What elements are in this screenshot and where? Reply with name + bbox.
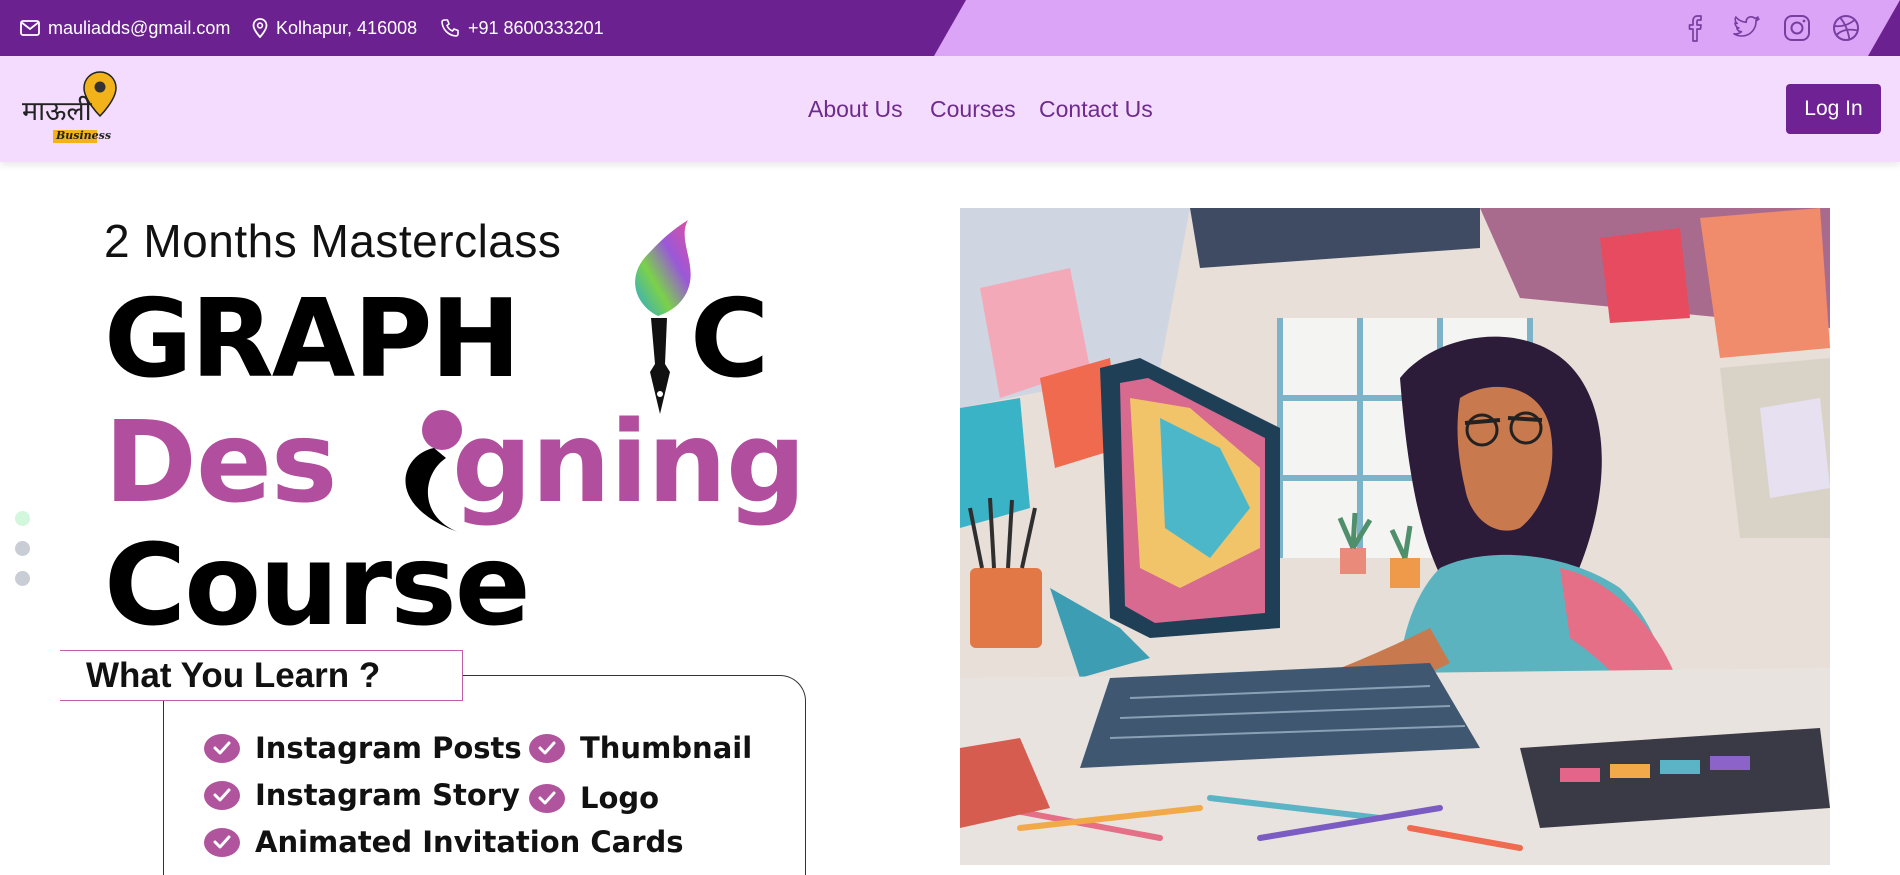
hero-word-course: Course: [104, 521, 531, 651]
site-logo[interactable]: माऊली Business: [20, 70, 120, 148]
designer-at-desk-illustration: [960, 208, 1830, 865]
learn-item-animated-invitation-cards: Animated Invitation Cards: [204, 825, 684, 859]
logo-text: माऊली: [22, 96, 92, 127]
dribbble-icon: [1833, 15, 1859, 41]
check-circle-icon: [204, 827, 240, 857]
instagram-link[interactable]: [1778, 9, 1816, 47]
learn-item-label: Instagram Story: [255, 778, 520, 812]
learn-item-label: Logo: [580, 781, 660, 815]
contact-email[interactable]: mauliadds@gmail.com: [20, 0, 230, 56]
twitter-link[interactable]: [1727, 9, 1765, 47]
nav-about-us[interactable]: About Us: [808, 94, 903, 124]
hero-word-graphic-start: GRAPH: [104, 277, 521, 402]
contact-email-text: mauliadds@gmail.com: [48, 17, 231, 38]
facebook-icon: [1688, 15, 1702, 42]
instagram-icon: [1784, 15, 1810, 41]
check-circle-icon: [204, 733, 240, 763]
check-circle-icon: [529, 733, 565, 763]
facebook-link[interactable]: [1678, 9, 1716, 47]
learn-item-instagram-story: Instagram Story: [204, 778, 520, 812]
learn-title: What You Learn ?: [86, 656, 381, 695]
mail-icon: [20, 20, 40, 36]
login-button[interactable]: Log In: [1786, 84, 1881, 134]
learn-item-instagram-posts: Instagram Posts: [204, 731, 522, 765]
learn-item-thumbnail: Thumbnail: [529, 731, 752, 765]
slider-dot-2[interactable]: [15, 541, 30, 556]
contact-phone[interactable]: +91 8600333201: [440, 0, 604, 56]
check-circle-icon: [204, 780, 240, 810]
slider-dot-3[interactable]: [15, 571, 30, 586]
dribbble-link[interactable]: [1827, 9, 1865, 47]
slider-dot-1[interactable]: [15, 511, 30, 526]
hero-word-graphic-end: C: [690, 277, 770, 402]
contact-location-text: Kolhapur, 416008: [276, 17, 418, 38]
hero-illustration: [960, 208, 1830, 865]
learn-item-label: Instagram Posts: [255, 731, 522, 765]
contact-phone-text: +91 8600333201: [468, 17, 604, 38]
phone-icon: [441, 19, 459, 37]
nav-courses[interactable]: Courses: [930, 94, 1016, 124]
nav-contact-us[interactable]: Contact Us: [1039, 94, 1153, 124]
logo-subtext: Business: [56, 129, 112, 142]
learn-item-label: Thumbnail: [580, 731, 753, 765]
hero-subtitle: 2 Months Masterclass: [104, 215, 562, 267]
map-pin-icon: [252, 18, 268, 38]
learn-item-logo: Logo: [529, 781, 659, 815]
hero-word-designing-end: gning: [452, 398, 806, 528]
contact-location: Kolhapur, 416008: [252, 0, 417, 56]
twitter-icon: [1733, 16, 1760, 37]
learn-item-label: Animated Invitation Cards: [255, 825, 684, 859]
hero-word-designing-start: Des: [104, 398, 338, 528]
check-circle-icon: [529, 783, 565, 813]
pen-brush-icon: [635, 220, 691, 414]
